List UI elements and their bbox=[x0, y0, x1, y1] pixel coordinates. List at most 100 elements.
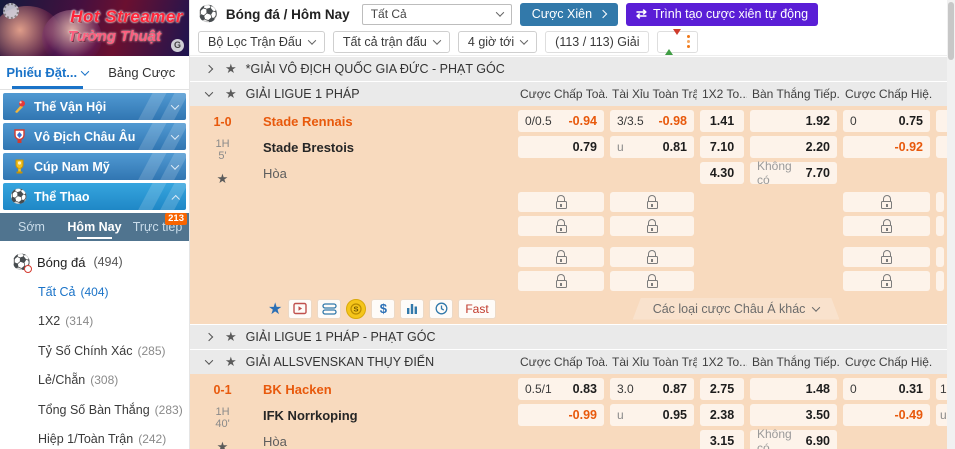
odds-truncated[interactable]: u bbox=[936, 404, 947, 426]
odds-hdp-home[interactable]: 0.5/1 0.83 bbox=[518, 378, 604, 400]
fast-bet-button[interactable]: Fast bbox=[458, 299, 495, 319]
no-goal-label: Không có bbox=[757, 427, 804, 449]
match-filter-dropdown[interactable]: Bộ Lọc Trận Đấu bbox=[198, 31, 325, 53]
sidebar-item-olympics[interactable]: Thế Vận Hội bbox=[3, 93, 186, 120]
odds-1x2-home[interactable]: 1.41 bbox=[700, 110, 744, 132]
odds-next-goal-away[interactable]: 3.50 bbox=[750, 404, 837, 426]
video-stream-button[interactable] bbox=[288, 299, 312, 319]
favorite-star-icon[interactable]: ★ bbox=[217, 439, 229, 449]
match-toolbar: ★ S $ Fast bbox=[190, 293, 947, 324]
sport-label: Bóng đá bbox=[37, 255, 85, 270]
odds-1x2-draw[interactable]: 3.15 bbox=[700, 430, 744, 449]
favorite-star-icon[interactable]: ★ bbox=[225, 329, 237, 345]
fast-label: Fast bbox=[465, 302, 488, 316]
favorite-star-icon[interactable]: ★ bbox=[225, 86, 237, 102]
tab-bet-slip-label: Phiếu Đặt... bbox=[6, 65, 77, 80]
soccer-ball-icon: ⚽ bbox=[11, 189, 27, 205]
odds-hdp1h-away[interactable]: -0.92 bbox=[843, 136, 930, 158]
subtab-live[interactable]: Trực tiếp 213 bbox=[126, 213, 189, 241]
favorite-star-button[interactable]: ★ bbox=[268, 299, 282, 319]
league-header-ligue1[interactable]: ★ GIẢI LIGUE 1 PHÁP Cược Chấp Toà... Tài… bbox=[190, 81, 947, 106]
odds-value: 2.20 bbox=[806, 140, 830, 154]
tab-bet-slip[interactable]: Phiếu Đặt... bbox=[0, 56, 95, 89]
parlay-button[interactable]: Cược Xiên bbox=[520, 3, 618, 26]
filter-1x2[interactable]: 1X2 (314) bbox=[0, 307, 189, 337]
filter-odd-even[interactable]: Lẻ/Chẵn (308) bbox=[0, 366, 189, 396]
locked-odds-cell bbox=[936, 247, 944, 267]
odds-1x2-draw[interactable]: 4.30 bbox=[700, 162, 744, 184]
odds-hdp1h-away[interactable]: -0.49 bbox=[843, 404, 930, 426]
locked-odds-cell bbox=[843, 216, 930, 236]
odds-ou-under[interactable]: u 0.95 bbox=[610, 404, 694, 426]
subtab-today[interactable]: Hôm Nay bbox=[63, 213, 126, 241]
history-button[interactable] bbox=[429, 299, 453, 319]
filter-all[interactable]: Tất Cả (404) bbox=[0, 277, 189, 307]
filter-total-goals[interactable]: Tổng Số Bàn Thắng (283) bbox=[0, 395, 189, 425]
odds-next-goal-home[interactable]: 1.92 bbox=[750, 110, 837, 132]
sidebar-item-sports[interactable]: ⚽ Thể Thao bbox=[3, 183, 186, 210]
match-info: 1-0 1H 5' ★ bbox=[190, 108, 255, 186]
scrollbar-thumb[interactable] bbox=[948, 2, 954, 60]
odds-hdp1h-home[interactable]: 0 0.31 bbox=[843, 378, 930, 400]
odds-next-goal-none[interactable]: Không có 6.90 bbox=[750, 430, 837, 449]
filter-bar: Bộ Lọc Trận Đấu Tất cả trận đấu 4 giờ tớ… bbox=[190, 28, 947, 56]
favorite-star-icon[interactable]: ★ bbox=[225, 61, 237, 77]
sort-button[interactable] bbox=[657, 31, 698, 53]
league-name: GIẢI LIGUE 1 PHÁP - PHẠT GÓC bbox=[246, 330, 436, 344]
page-title: Bóng đá / Hôm Nay bbox=[226, 7, 350, 22]
odds-truncated[interactable]: 1 bbox=[936, 378, 947, 400]
banner-chip-icon bbox=[3, 3, 19, 19]
odds-1x2-away[interactable]: 2.38 bbox=[700, 404, 744, 426]
odds-hdp-away[interactable]: 0.79 bbox=[518, 136, 604, 158]
more-asian-bets-button[interactable]: Các loại cược Châu Á khác bbox=[633, 298, 840, 320]
filter-ht-ft[interactable]: Hiệp 1/Toàn Trận (242) bbox=[0, 425, 189, 449]
lock-icon bbox=[881, 280, 892, 288]
favorite-star-icon[interactable]: ★ bbox=[225, 354, 237, 370]
all-matches-dropdown[interactable]: Tất cả trận đấu bbox=[333, 31, 450, 53]
sidebar-item-euro[interactable]: Vô Địch Châu Âu bbox=[3, 123, 186, 150]
sidebar-item-copa[interactable]: Cúp Nam Mỹ bbox=[3, 153, 186, 180]
odds-next-goal-home[interactable]: 1.48 bbox=[750, 378, 837, 400]
league-select[interactable]: Tất Cả bbox=[362, 4, 512, 25]
odds-next-goal-none[interactable]: Không có 7.70 bbox=[750, 162, 837, 184]
time-range-dropdown[interactable]: 4 giờ tới bbox=[458, 31, 537, 53]
filter-correct-score[interactable]: Tỷ Số Chính Xác (285) bbox=[0, 336, 189, 366]
odds-ou-under[interactable]: u 0.81 bbox=[610, 136, 694, 158]
locked-odds-group bbox=[190, 190, 947, 238]
chevron-down-icon bbox=[495, 8, 503, 16]
torch-icon bbox=[11, 99, 27, 115]
coin-button[interactable]: S bbox=[346, 299, 366, 319]
odds-hdp1h-home[interactable]: 0 0.75 bbox=[843, 110, 930, 132]
odds-ou-over[interactable]: 3/3.5 -0.98 bbox=[610, 110, 694, 132]
odds-ou-over[interactable]: 3.0 0.87 bbox=[610, 378, 694, 400]
promo-banner[interactable]: Hot Streamer Tường Thuật G bbox=[0, 0, 189, 56]
league-header-germany-corners[interactable]: ★ *GIẢI VÔ ĐỊCH QUỐC GIA ĐỨC - PHẠT GÓC bbox=[190, 56, 947, 81]
odds-value: 0.75 bbox=[899, 114, 923, 128]
tab-bet-board[interactable]: Bảng Cược bbox=[95, 56, 190, 89]
no-goal-label: Không có bbox=[757, 159, 804, 187]
soccer-ball-icon: ⚽ bbox=[198, 4, 218, 24]
auto-parlay-button[interactable]: ⇄ Trình tạo cược xiên tự động bbox=[626, 3, 818, 26]
column-header-handicap-1h: Cược Chấp Hiệ... bbox=[840, 355, 933, 369]
favorite-star-icon[interactable]: ★ bbox=[217, 171, 229, 187]
parlay-button-label: Cược Xiên bbox=[532, 7, 592, 21]
odds-truncated[interactable] bbox=[936, 136, 947, 158]
handicap-point: 0/0.5 bbox=[525, 114, 552, 128]
league-header-ligue1-corners[interactable]: ★ GIẢI LIGUE 1 PHÁP - PHẠT GÓC bbox=[190, 324, 947, 349]
sport-football[interactable]: ⚽ Bóng đá (494) bbox=[0, 247, 189, 277]
league-header-allsvenskan[interactable]: ★ GIẢI ALLSVENSKAN THỤY ĐIỂN Cược Chấp T… bbox=[190, 349, 947, 374]
vertical-scrollbar[interactable] bbox=[947, 0, 955, 449]
odds-1x2-away[interactable]: 7.10 bbox=[700, 136, 744, 158]
odds-next-goal-away[interactable]: 2.20 bbox=[750, 136, 837, 158]
pitch-view-button[interactable] bbox=[317, 299, 341, 319]
odds-truncated[interactable] bbox=[936, 110, 947, 132]
odds-hdp-away[interactable]: -0.99 bbox=[518, 404, 604, 426]
odds-hdp-home[interactable]: 0/0.5 -0.94 bbox=[518, 110, 604, 132]
odds-value: 0.31 bbox=[899, 382, 923, 396]
filter-label: 1X2 bbox=[38, 314, 60, 328]
money-button[interactable]: $ bbox=[371, 299, 395, 319]
chevron-down-icon bbox=[205, 88, 213, 96]
subtab-early[interactable]: Sớm bbox=[0, 213, 63, 241]
stats-button[interactable] bbox=[400, 299, 424, 319]
odds-1x2-home[interactable]: 2.75 bbox=[700, 378, 744, 400]
